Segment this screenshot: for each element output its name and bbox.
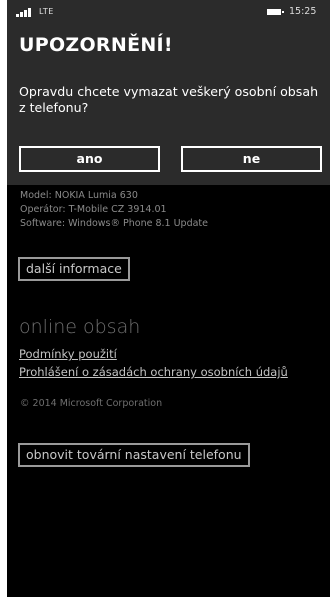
copyright-text: © 2014 Microsoft Corporation xyxy=(20,398,163,409)
confirmation-dialog: LTE 15:25 UPOZORNĚNÍ! Opravdu chcete vym… xyxy=(7,0,330,185)
terms-of-use-link[interactable]: Podmínky použití xyxy=(19,347,117,361)
no-button[interactable]: ne xyxy=(181,146,322,172)
dialog-title: UPOZORNĚNÍ! xyxy=(19,34,173,56)
clock: 15:25 xyxy=(289,6,317,17)
factory-reset-button[interactable]: obnovit tovární nastavení telefonu xyxy=(18,443,250,467)
yes-button[interactable]: ano xyxy=(19,146,160,172)
online-content-heading: online obsah xyxy=(19,316,141,338)
privacy-statement-link[interactable]: Prohlášení o zásadách ochrany osobních ú… xyxy=(19,365,288,379)
phone-screen: Model: NOKIA Lumia 630 Operátor: T-Mobil… xyxy=(7,0,330,597)
status-bar: LTE 15:25 xyxy=(7,0,330,20)
more-info-button[interactable]: další informace xyxy=(18,257,130,281)
battery-icon xyxy=(267,9,284,15)
model-info: Model: NOKIA Lumia 630 xyxy=(20,190,138,201)
signal-strength-icon xyxy=(16,8,36,17)
operator-info: Operátor: T-Mobile CZ 3914.01 xyxy=(20,204,167,215)
software-info: Software: Windows® Phone 8.1 Update xyxy=(20,218,209,229)
dialog-message: Opravdu chcete vymazat veškerý osobní ob… xyxy=(19,84,319,115)
network-type: LTE xyxy=(39,7,54,16)
